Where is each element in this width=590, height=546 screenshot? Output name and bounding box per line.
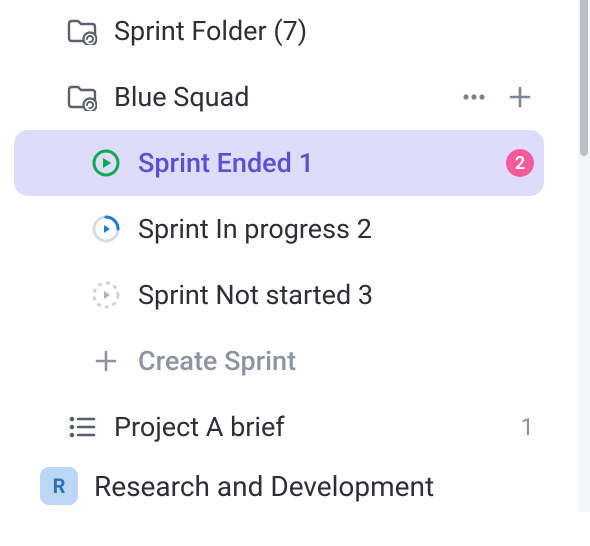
item-count: 1: [521, 413, 535, 441]
tree-item-label: Sprint Not started 3: [138, 279, 373, 311]
tree-item-sprint-folder-7[interactable]: Sprint Folder (7): [14, 0, 544, 64]
sprint-folder-icon: [64, 79, 100, 115]
tree-item-sprint-in-progress-2[interactable]: Sprint In progress 2: [14, 196, 544, 262]
sprint-not-started-icon: [88, 277, 124, 313]
tree-item-label: Sprint Ended 1: [138, 147, 314, 179]
tree-item-sprint-ended-1[interactable]: Sprint Ended 1 2: [14, 130, 544, 196]
tree-item-label: Sprint Folder (7): [114, 15, 307, 47]
tree-item-blue-squad[interactable]: Blue Squad: [14, 64, 544, 130]
more-actions-button[interactable]: [460, 83, 488, 111]
add-item-button[interactable]: [506, 83, 534, 111]
plus-icon: [88, 343, 124, 379]
tree-item-label: Sprint In progress 2: [138, 213, 372, 245]
notification-badge: 2: [506, 149, 534, 177]
tree-item-sprint-not-started-3[interactable]: Sprint Not started 3: [14, 262, 544, 328]
create-sprint-label: Create Sprint: [138, 345, 296, 377]
tree-item-research-and-development[interactable]: R Research and Development: [14, 466, 544, 506]
scrollbar[interactable]: [578, 0, 590, 512]
sprint-ended-icon: [88, 145, 124, 181]
tree-item-label: Blue Squad: [114, 81, 249, 113]
tree-item-label: Research and Development: [94, 470, 434, 503]
create-sprint-button[interactable]: Create Sprint: [14, 328, 544, 394]
sprint-folder-icon: [64, 13, 100, 49]
list-icon: [64, 409, 100, 445]
sidebar-tree: Sprint Folder (6) Sprint Folder (7) Blue…: [0, 0, 562, 506]
scrollbar-thumb[interactable]: [580, 0, 588, 156]
tree-item-label: Project A brief: [114, 411, 285, 443]
sprint-in-progress-icon: [88, 211, 124, 247]
space-avatar: R: [40, 467, 78, 505]
tree-item-project-a-brief[interactable]: Project A brief 1: [14, 394, 544, 460]
